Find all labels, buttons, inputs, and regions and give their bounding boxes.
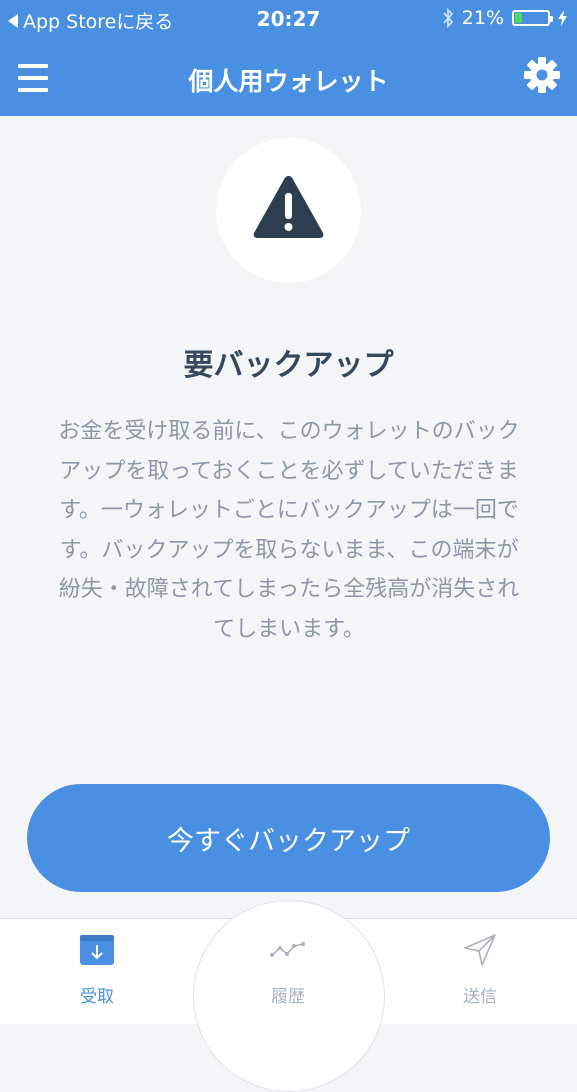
- history-chart-icon: [270, 942, 305, 957]
- backup-now-button[interactable]: 今すぐバックアップ: [27, 784, 550, 892]
- battery-icon: [512, 10, 553, 26]
- nav-bar: 個人用ウォレット: [0, 38, 577, 116]
- tab-receive[interactable]: 受取: [32, 930, 162, 1007]
- gear-icon: [524, 57, 560, 93]
- tab-history[interactable]: 履歴: [223, 930, 353, 1007]
- backup-required-heading: 要バックアップ: [183, 348, 394, 383]
- backup-warning-message: お金を受け取る前に、このウォレットのバックアップを取っておくことを必ずしていただ…: [58, 419, 520, 642]
- status-bar: App Storeに戻る 20:27 21%: [0, 0, 577, 38]
- status-indicators: 21%: [442, 7, 567, 29]
- warning-triangle-icon: [253, 176, 324, 238]
- battery-percent: 21%: [461, 7, 504, 29]
- tab-history-label: 履歴: [271, 987, 305, 1007]
- charging-bolt-icon: [558, 10, 567, 26]
- tab-receive-label: 受取: [80, 987, 114, 1007]
- tab-send-label: 送信: [463, 987, 497, 1007]
- warning-badge: [216, 138, 361, 283]
- page-title: 個人用ウォレット: [188, 67, 389, 96]
- settings-button[interactable]: [523, 56, 561, 94]
- send-paper-plane-icon: [464, 934, 496, 966]
- battery-level-fill: [515, 13, 522, 23]
- bluetooth-icon: [443, 8, 454, 28]
- tab-send[interactable]: 送信: [415, 930, 545, 1007]
- receive-tray-icon: [80, 935, 114, 965]
